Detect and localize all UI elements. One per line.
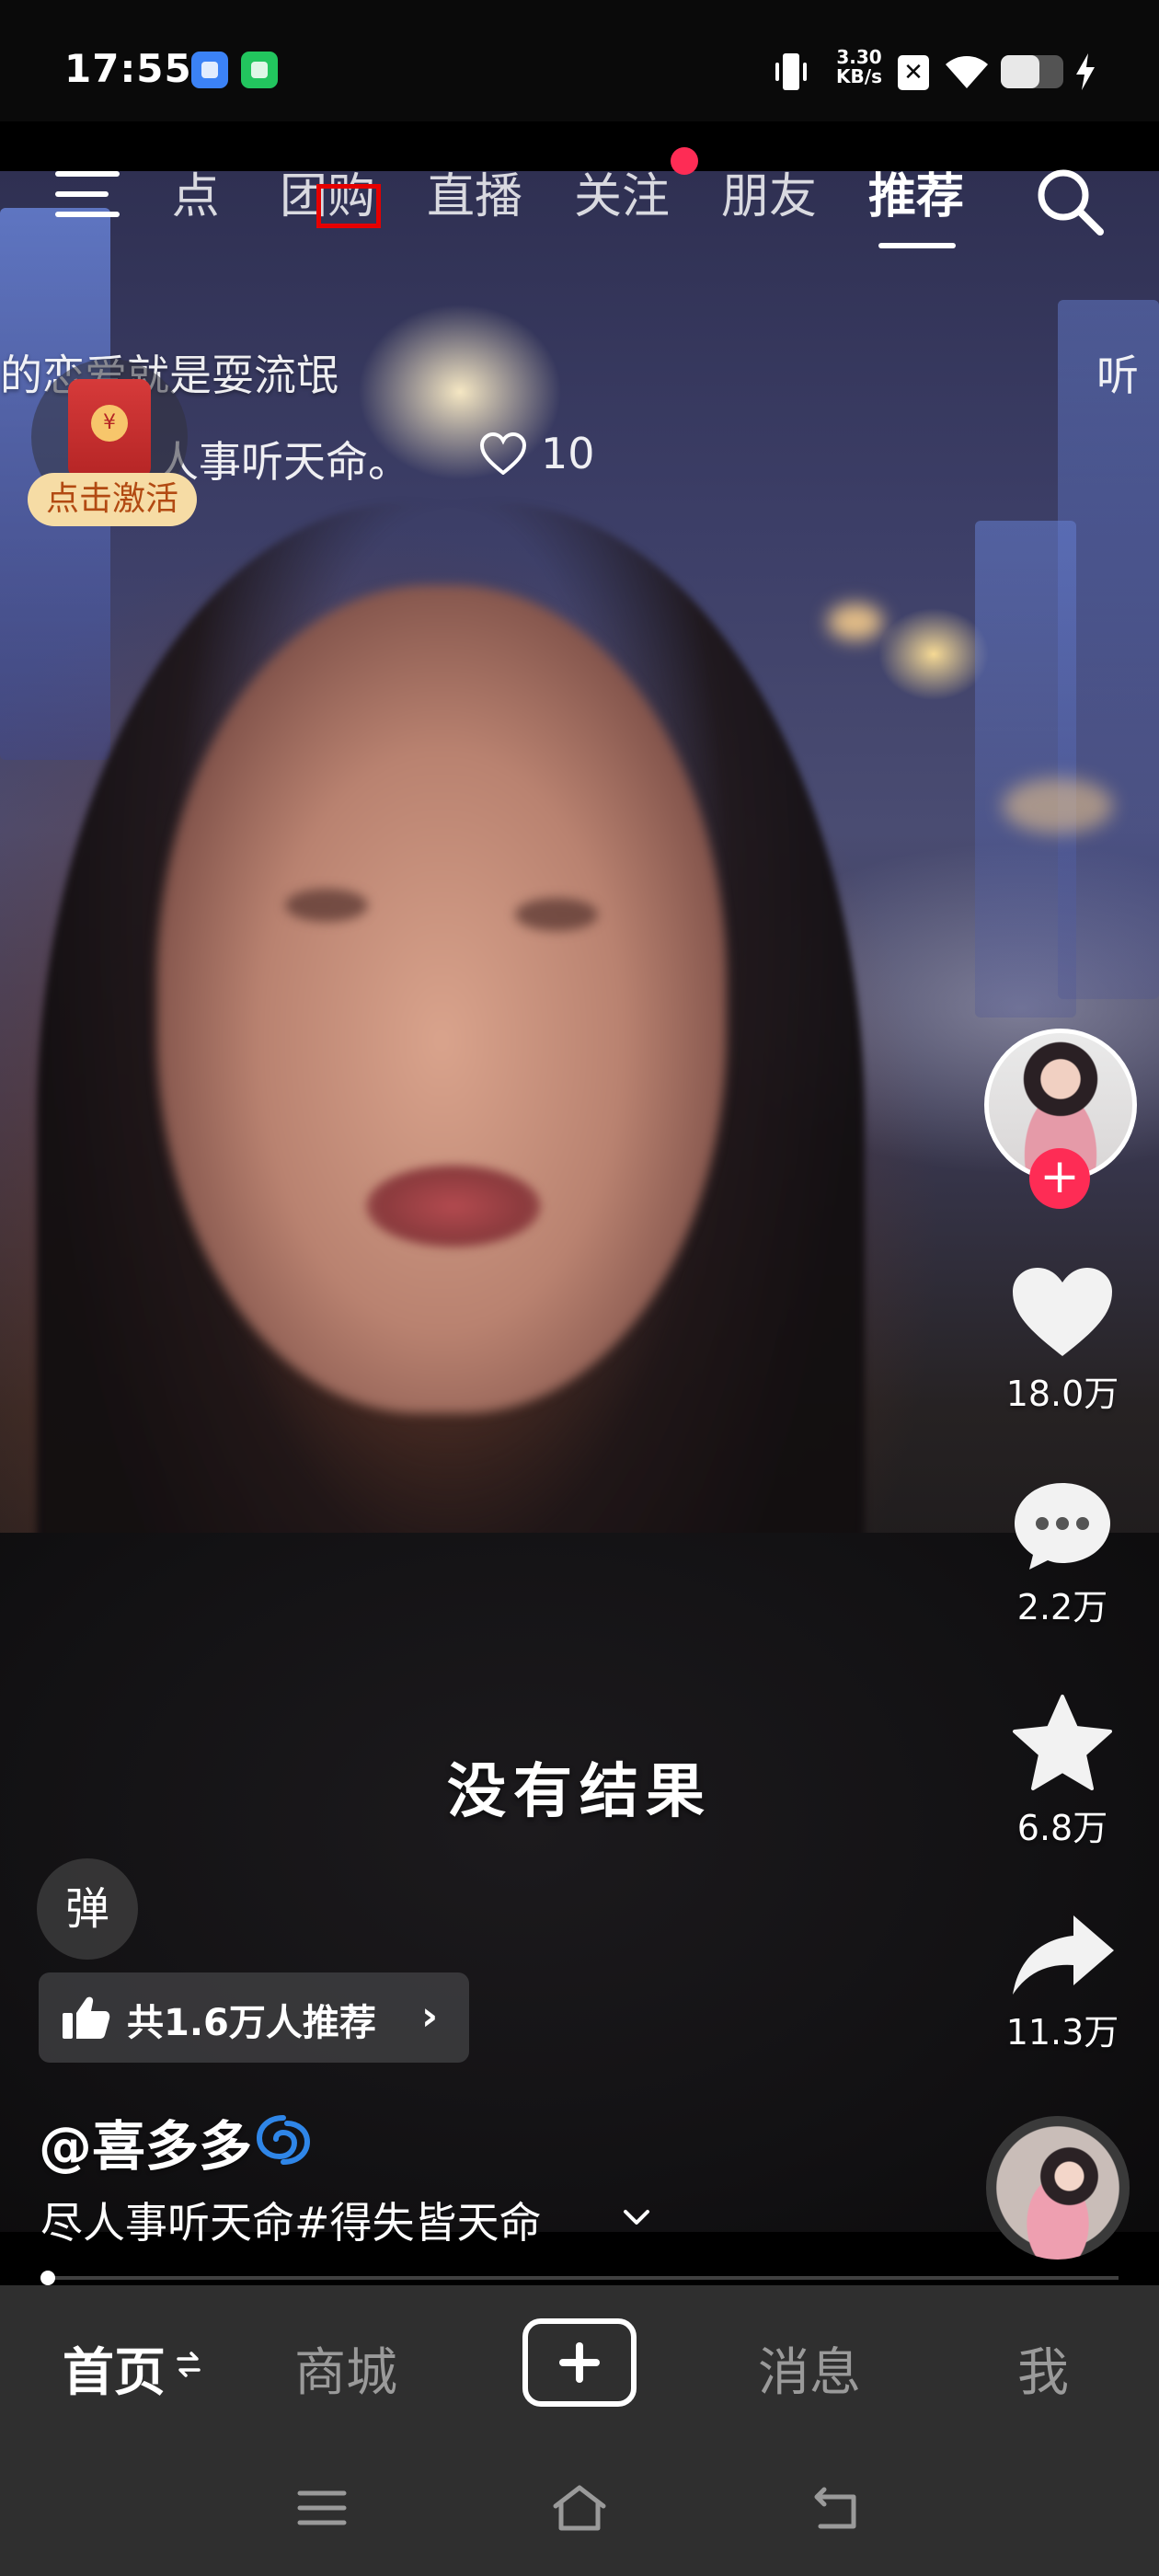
danmaku-toggle-button[interactable]: 弹 [37,1858,138,1960]
tab-recommend[interactable]: 推荐 [868,171,964,223]
highlight-box [316,184,381,228]
background-light [828,604,883,640]
app-notification-icon [241,52,278,88]
battery-level [1001,55,1040,88]
red-packet-seal: ¥ [91,405,128,442]
heart-icon [1013,1268,1112,1356]
app-notification-icon [191,52,228,88]
tab-me[interactable]: 我 [1017,2331,1069,2406]
video-subtitle: 没有结果 [447,1757,712,1826]
like-count: 18.0万 [1005,1374,1119,1414]
search-icon[interactable] [1032,164,1106,237]
red-packet-icon: ¥ [68,379,151,478]
person-eye [285,889,368,922]
home-icon[interactable] [552,2482,607,2534]
share-count: 11.3万 [1005,2012,1119,2053]
notification-dot [671,147,698,175]
video-progress-bar[interactable] [42,2276,1119,2280]
share-icon [1013,1915,1114,1995]
person-eye [515,898,598,931]
recommend-pill[interactable]: 共1.6万人推荐 › [39,1972,469,2063]
hamburger-menu-icon[interactable] [55,171,125,223]
tab-mall[interactable]: 商城 [294,2331,397,2406]
music-disc[interactable] [986,2116,1130,2260]
recent-apps-icon[interactable] [294,2482,350,2534]
background-building [1058,300,1159,999]
thumbs-up-icon [63,1996,110,2039]
tab-hot[interactable]: 点 [164,171,220,223]
back-icon[interactable] [809,2482,865,2534]
like-button[interactable]: 18.0万 [993,1264,1131,1416]
network-speed: 3.30 KB/s [833,48,885,86]
recommend-text: 共1.6万人推荐 [127,2002,376,2044]
danmaku-comment: 听 [1096,351,1139,400]
charging-icon [1076,53,1095,90]
chevron-right-icon: › [421,1993,439,2040]
switch-arrows-icon[interactable] [175,2346,202,2383]
heart-icon [480,432,526,475]
system-nav-bar [0,2440,1159,2576]
video-progress-handle[interactable] [40,2271,55,2285]
active-tab-indicator [878,243,956,248]
author-name[interactable]: @喜多多 [39,2103,252,2180]
network-speed-unit: KB/s [836,65,882,87]
person-mouth [366,1165,541,1248]
danmaku-like-count: 10 [541,429,595,478]
top-nav: 点 团购 直播 关注 朋友 推荐 [0,147,1159,282]
tab-following[interactable]: 关注 [574,171,670,223]
share-button[interactable]: 11.3万 [993,1910,1131,2054]
network-speed-value: 3.30 [836,46,882,68]
person-face [156,585,727,1413]
cyclone-emoji-icon [256,2115,311,2165]
activate-pill[interactable]: 点击激活 [28,473,198,526]
tab-home[interactable]: 首页 [63,2331,166,2406]
tab-live[interactable]: 直播 [427,171,522,223]
tab-friends[interactable]: 朋友 [721,171,817,223]
battery-icon [1001,55,1063,88]
no-sim-icon: ✕ [898,55,929,90]
bottom-tab-bar: 首页 商城 消息 我 [0,2285,1159,2440]
status-time: 17:55 [64,46,192,91]
chevron-down-icon[interactable] [618,2199,655,2236]
vibrate-icon [775,53,807,90]
comment-count: 2.2万 [1016,1587,1108,1627]
danmaku-comment: 人事听天命。 [156,437,410,487]
follow-button[interactable]: + [1029,1148,1090,1209]
tab-messages[interactable]: 消息 [758,2331,861,2406]
create-post-button[interactable] [522,2318,637,2407]
video-caption[interactable]: 尽人事听天命#得失皆天命 [40,2190,542,2250]
status-bar: 17:55 3.30 KB/s ✕ [0,0,1159,121]
comment-icon [1015,1483,1110,1570]
wifi-icon [946,56,988,88]
comment-button[interactable]: 2.2万 [993,1478,1131,1629]
background-light [1003,778,1113,834]
